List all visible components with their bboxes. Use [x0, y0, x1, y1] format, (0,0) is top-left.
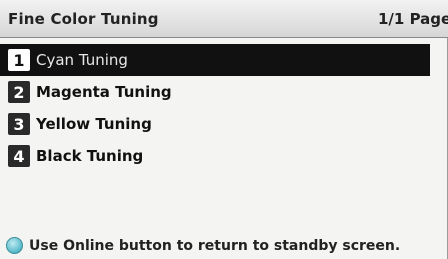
status-bar: Use Online button to return to standby s… — [0, 232, 448, 259]
printer-lcd-screen: Fine Color Tuning 1/1 Page 1 Cyan Tuning… — [0, 0, 448, 259]
tuning-menu: 1 Cyan Tuning 2 Magenta Tuning 3 Yellow … — [0, 44, 430, 172]
number-3-icon: 3 — [8, 113, 30, 135]
number-2-icon: 2 — [8, 81, 30, 103]
menu-item-magenta-tuning[interactable]: 2 Magenta Tuning — [0, 76, 430, 108]
menu-item-label: Cyan Tuning — [36, 51, 128, 69]
page-indicator: 1/1 Page — [378, 10, 448, 28]
menu-item-label: Yellow Tuning — [36, 115, 152, 133]
menu-item-yellow-tuning[interactable]: 3 Yellow Tuning — [0, 108, 430, 140]
online-button-icon — [6, 237, 23, 254]
menu-item-cyan-tuning[interactable]: 1 Cyan Tuning — [0, 44, 430, 76]
number-1-icon: 1 — [8, 49, 30, 71]
menu-item-label: Magenta Tuning — [36, 83, 172, 101]
menu-item-black-tuning[interactable]: 4 Black Tuning — [0, 140, 430, 172]
number-4-icon: 4 — [8, 145, 30, 167]
screen-title: Fine Color Tuning — [8, 10, 159, 28]
menu-item-label: Black Tuning — [36, 147, 144, 165]
status-message: Use Online button to return to standby s… — [29, 237, 401, 254]
title-bar: Fine Color Tuning 1/1 Page — [0, 0, 448, 38]
